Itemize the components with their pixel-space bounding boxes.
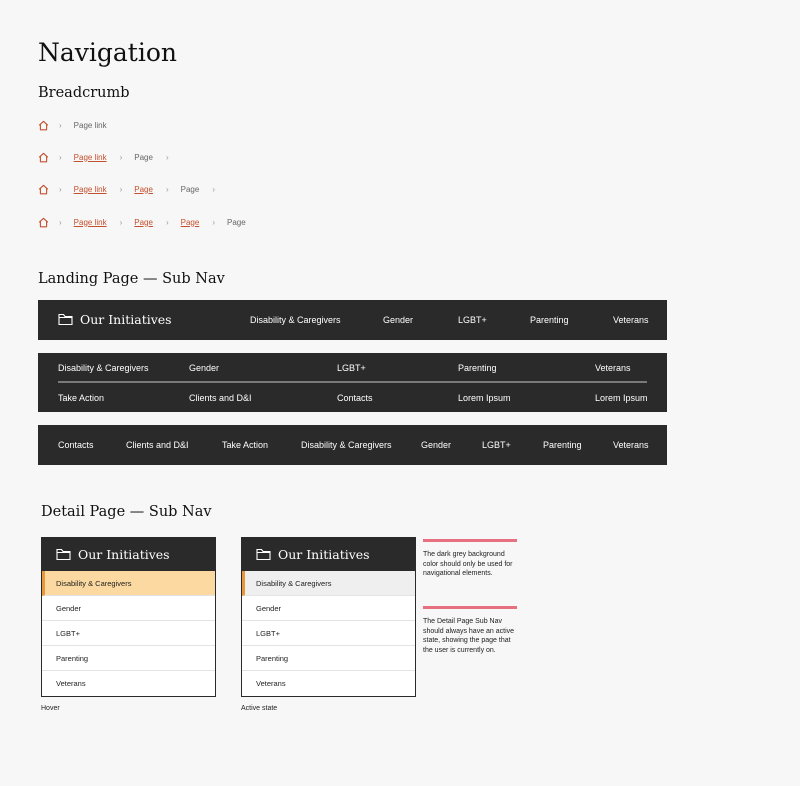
breadcrumb-link[interactable]: Page bbox=[181, 218, 200, 227]
subnav-item-disability[interactable]: Disability & Caregivers bbox=[301, 440, 392, 450]
breadcrumb: › Page link › Page › Page › bbox=[38, 182, 227, 196]
subnav-title-text: Our Initiatives bbox=[78, 547, 170, 562]
note-rule bbox=[423, 539, 517, 542]
chevron-right-icon: › bbox=[59, 120, 62, 130]
folder-icon bbox=[256, 548, 271, 561]
subnav-title-text: Our Initiatives bbox=[80, 312, 172, 327]
breadcrumb-link[interactable]: Page link bbox=[74, 218, 107, 227]
home-icon[interactable] bbox=[38, 217, 49, 228]
subnav-item-lorem-1[interactable]: Lorem Ipsum bbox=[458, 393, 511, 403]
detail-subnav-hover: Our Initiatives Disability & Caregivers … bbox=[41, 537, 216, 697]
subnav-title-text: Our Initiatives bbox=[278, 547, 370, 562]
detail-item-gender[interactable]: Gender bbox=[42, 596, 215, 621]
detail-item-parenting[interactable]: Parenting bbox=[242, 646, 415, 671]
landing-subnav-heading: Landing Page — Sub Nav bbox=[38, 271, 225, 287]
breadcrumb-current: Page link bbox=[73, 120, 107, 130]
chevron-right-icon: › bbox=[59, 152, 62, 162]
subnav-item-lgbt[interactable]: LGBT+ bbox=[458, 315, 487, 325]
subnav-item-lgbt[interactable]: LGBT+ bbox=[337, 363, 366, 373]
subnav-item-gender[interactable]: Gender bbox=[421, 440, 451, 450]
subnav-item-veterans[interactable]: Veterans bbox=[613, 315, 649, 325]
subnav-item-clients-di[interactable]: Clients and D&I bbox=[189, 393, 252, 403]
subnav-item-parenting[interactable]: Parenting bbox=[458, 363, 497, 373]
detail-item-veterans[interactable]: Veterans bbox=[42, 671, 215, 696]
note-dark-grey: The dark grey background color should on… bbox=[423, 551, 513, 577]
breadcrumb-current: Page bbox=[134, 152, 153, 162]
row-divider bbox=[58, 381, 647, 383]
detail-item-disability[interactable]: Disability & Caregivers bbox=[42, 571, 215, 596]
subnav-item-take-action[interactable]: Take Action bbox=[58, 393, 104, 403]
subnav-title[interactable]: Our Initiatives bbox=[242, 538, 415, 571]
breadcrumb-current: Page bbox=[226, 217, 246, 227]
subnav-item-lorem-2[interactable]: Lorem Ipsum bbox=[595, 393, 648, 403]
subnav-item-veterans[interactable]: Veterans bbox=[595, 363, 631, 373]
subnav-title[interactable]: Our Initiatives bbox=[42, 538, 215, 571]
subnav-item-gender[interactable]: Gender bbox=[189, 363, 219, 373]
subnav-item-parenting[interactable]: Parenting bbox=[543, 440, 582, 450]
breadcrumb-current: Page bbox=[180, 184, 200, 194]
chevron-right-icon: › bbox=[165, 152, 169, 162]
breadcrumb-link[interactable]: Page link bbox=[74, 153, 107, 162]
chevron-right-icon: › bbox=[165, 217, 169, 227]
subnav-item-take-action[interactable]: Take Action bbox=[222, 440, 268, 450]
subnav-item-parenting[interactable]: Parenting bbox=[530, 315, 569, 325]
chevron-right-icon: › bbox=[212, 184, 215, 194]
subnav-item-contacts[interactable]: Contacts bbox=[337, 393, 373, 403]
breadcrumb: › Page link bbox=[38, 118, 120, 132]
home-icon[interactable] bbox=[38, 120, 49, 131]
caption-hover: Hover bbox=[41, 705, 60, 712]
subnav-item-disability[interactable]: Disability & Caregivers bbox=[250, 315, 341, 325]
landing-subnav-bar-2: Disability & Caregivers Gender LGBT+ Par… bbox=[38, 353, 667, 412]
breadcrumb-link[interactable]: Page link bbox=[74, 185, 107, 194]
detail-subnav-active: Our Initiatives Disability & Caregivers … bbox=[241, 537, 416, 697]
detail-item-lgbt[interactable]: LGBT+ bbox=[242, 621, 415, 646]
detail-subnav-heading: Detail Page — Sub Nav bbox=[41, 504, 212, 520]
folder-icon bbox=[58, 313, 73, 326]
chevron-right-icon: › bbox=[59, 217, 62, 227]
caption-active: Active state bbox=[241, 705, 278, 712]
chevron-right-icon: › bbox=[212, 217, 215, 227]
detail-item-veterans[interactable]: Veterans bbox=[242, 671, 415, 696]
breadcrumb: › Page link › Page › bbox=[38, 150, 181, 164]
chevron-right-icon: › bbox=[119, 217, 123, 227]
breadcrumb: › Page link › Page › Page › Page bbox=[38, 215, 259, 229]
folder-icon bbox=[56, 548, 71, 561]
chevron-right-icon: › bbox=[165, 184, 169, 194]
chevron-right-icon: › bbox=[119, 184, 123, 194]
subnav-item-disability[interactable]: Disability & Caregivers bbox=[58, 363, 149, 373]
home-icon[interactable] bbox=[38, 152, 49, 163]
landing-subnav-bar-1: Our Initiatives Disability & Caregivers … bbox=[38, 300, 667, 340]
breadcrumb-link[interactable]: Page bbox=[134, 185, 153, 194]
subnav-item-contacts[interactable]: Contacts bbox=[58, 440, 94, 450]
home-icon[interactable] bbox=[38, 184, 49, 195]
subnav-title[interactable]: Our Initiatives bbox=[58, 312, 172, 327]
breadcrumb-heading: Breadcrumb bbox=[38, 85, 130, 101]
note-active-state: The Detail Page Sub Nav should always ha… bbox=[423, 618, 515, 654]
subnav-item-veterans[interactable]: Veterans bbox=[613, 440, 649, 450]
page-title: Navigation bbox=[38, 38, 178, 67]
detail-item-parenting[interactable]: Parenting bbox=[42, 646, 215, 671]
subnav-item-clients-di[interactable]: Clients and D&I bbox=[126, 440, 189, 450]
subnav-item-lgbt[interactable]: LGBT+ bbox=[482, 440, 511, 450]
subnav-item-gender[interactable]: Gender bbox=[383, 315, 413, 325]
chevron-right-icon: › bbox=[119, 152, 123, 162]
landing-subnav-bar-3: Contacts Clients and D&I Take Action Dis… bbox=[38, 425, 667, 465]
detail-item-disability[interactable]: Disability & Caregivers bbox=[242, 571, 415, 596]
breadcrumb-link[interactable]: Page bbox=[134, 218, 153, 227]
detail-item-lgbt[interactable]: LGBT+ bbox=[42, 621, 215, 646]
detail-item-gender[interactable]: Gender bbox=[242, 596, 415, 621]
chevron-right-icon: › bbox=[59, 184, 62, 194]
note-rule bbox=[423, 606, 517, 609]
